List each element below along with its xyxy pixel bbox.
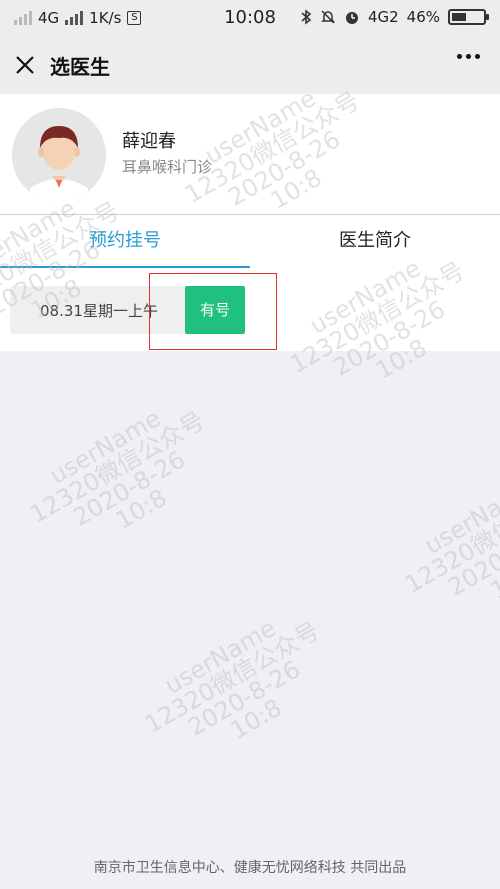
close-icon[interactable] bbox=[12, 52, 38, 78]
page-title: 选医生 bbox=[50, 55, 110, 79]
battery-icon bbox=[448, 9, 489, 25]
status-right: 4G2 46% bbox=[300, 8, 489, 26]
nav-bar: 选医生 bbox=[0, 36, 500, 94]
watermark: userName12320微信公众号2020-8-2610:8 bbox=[25, 403, 210, 535]
tab-appointment[interactable]: 预约挂号 bbox=[0, 215, 250, 269]
network-label: 4G2 bbox=[367, 8, 399, 26]
bluetooth-icon bbox=[301, 9, 312, 25]
doctor-department: 耳鼻喉科门诊 bbox=[122, 158, 213, 176]
battery-label: 46% bbox=[406, 8, 440, 26]
more-icon[interactable] bbox=[457, 54, 480, 59]
watermark: userName12320微信公众号2020-8-2610:8 bbox=[400, 473, 500, 605]
highlight-box bbox=[149, 273, 277, 350]
doctor-avatar-icon bbox=[30, 126, 88, 202]
tab-bar: 预约挂号 医生简介 bbox=[0, 214, 500, 269]
alarm-icon bbox=[345, 12, 358, 24]
watermark: userName12320微信公众号2020-8-2610:8 bbox=[140, 613, 325, 745]
mute-bell-icon bbox=[321, 10, 335, 24]
doctor-avatar bbox=[12, 108, 106, 202]
footer-credit: 南京市卫生信息中心、健康无忧网络科技 共同出品 bbox=[93, 860, 407, 876]
slot-date: 08.31星期一上午 bbox=[40, 302, 158, 320]
doctor-name: 薛迎春 bbox=[122, 131, 176, 152]
tab-doctor-intro[interactable]: 医生简介 bbox=[250, 215, 500, 269]
status-bar: 4G 1K/s S 10:08 4G2 46% bbox=[0, 0, 500, 36]
doctor-card: 薛迎春 耳鼻喉科门诊 bbox=[0, 94, 500, 214]
